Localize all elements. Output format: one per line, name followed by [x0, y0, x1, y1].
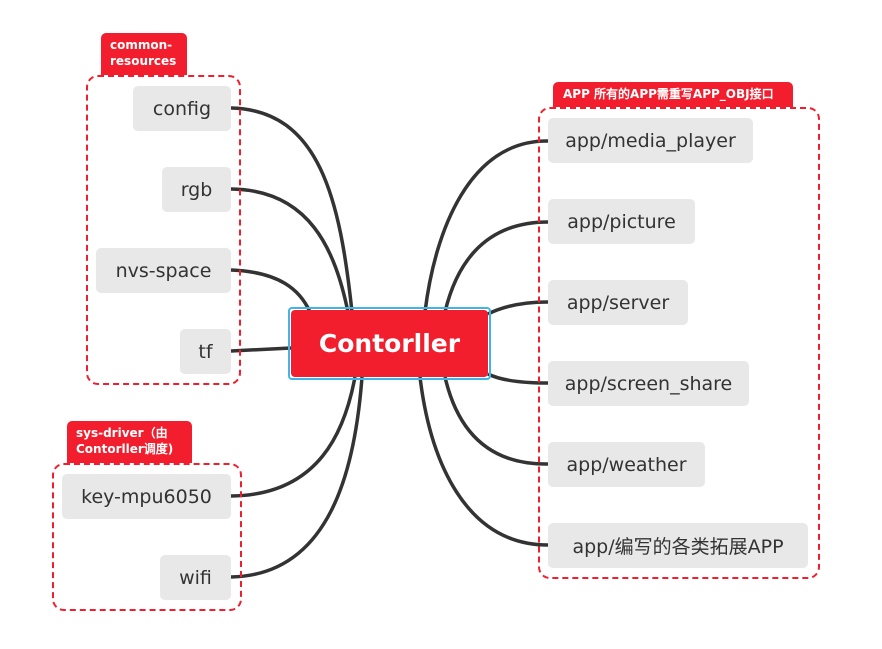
edge-media-player	[423, 139, 549, 313]
node-app-extend[interactable]: app/编写的各类拓展APP	[548, 523, 808, 568]
node-app-server[interactable]: app/server	[548, 280, 688, 325]
edge-nvs-space	[230, 268, 312, 313]
edge-extend	[418, 376, 549, 547]
node-wifi[interactable]: wifi	[160, 555, 231, 600]
node-config[interactable]: config	[133, 86, 231, 131]
edge-weather	[443, 376, 549, 466]
node-app-screen-share[interactable]: app/screen_share	[548, 361, 749, 406]
node-nvs-space[interactable]: nvs-space	[96, 248, 231, 293]
node-app-picture[interactable]: app/picture	[548, 199, 695, 244]
group-label-common-resources: common-resources	[101, 33, 187, 75]
edge-key-mpu6050	[230, 376, 357, 498]
group-label-app: APP 所有的APP需重写APP_OBJ接口	[553, 82, 793, 107]
edge-picture	[443, 220, 549, 313]
edge-rgb	[230, 187, 350, 313]
node-rgb[interactable]: rgb	[162, 167, 231, 212]
edge-config	[230, 106, 354, 313]
center-node-contorller[interactable]: Contorller	[291, 310, 488, 377]
node-tf[interactable]: tf	[180, 329, 231, 374]
group-label-sys-driver: sys-driver（由Contorller调度)	[67, 421, 192, 463]
node-app-media-player[interactable]: app/media_player	[548, 118, 753, 163]
group-app	[538, 107, 820, 579]
node-key-mpu6050[interactable]: key-mpu6050	[62, 474, 231, 519]
node-app-weather[interactable]: app/weather	[548, 442, 705, 487]
